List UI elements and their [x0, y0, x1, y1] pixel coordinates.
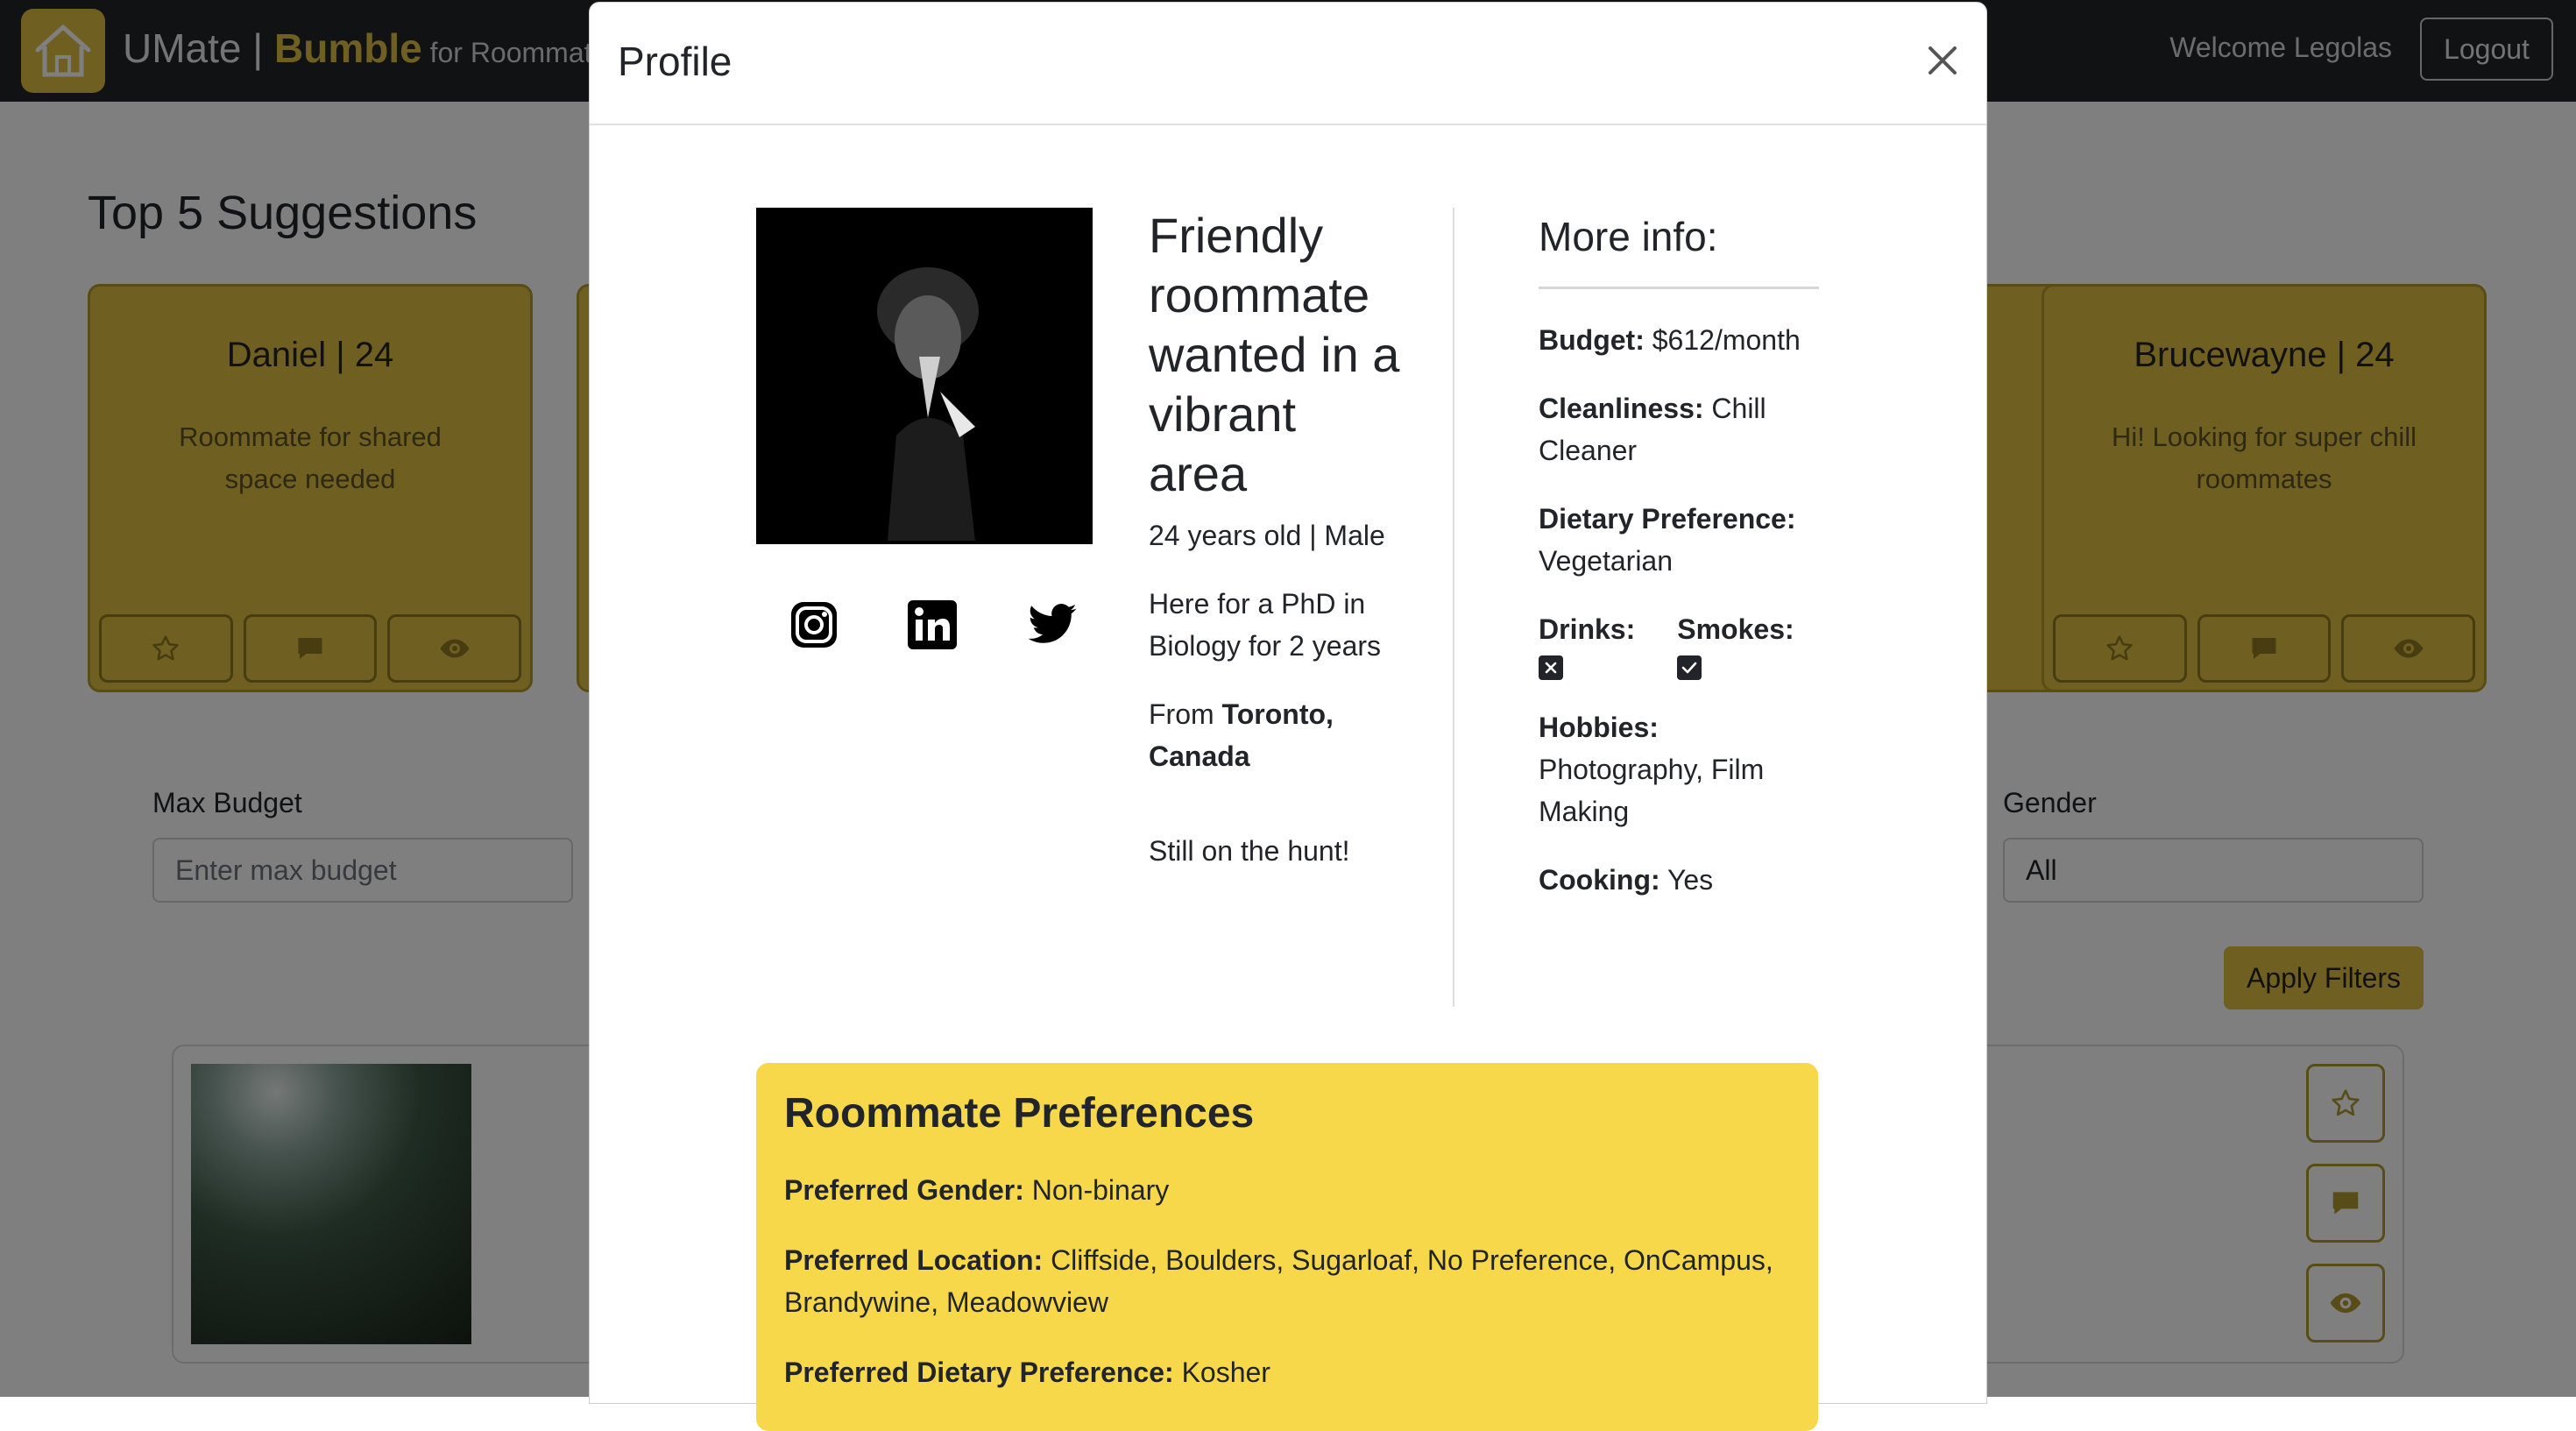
preferred-dietary-value: Kosher	[1173, 1357, 1270, 1388]
preferred-location: Preferred Location: Cliffside, Boulders,…	[784, 1239, 1790, 1323]
dietary-value: Vegetarian	[1539, 545, 1674, 577]
more-info-title: More info:	[1539, 214, 1718, 259]
linkedin-icon[interactable]	[906, 599, 959, 651]
cooking-label: Cooking:	[1539, 864, 1660, 896]
budget-value: $612/month	[1644, 324, 1801, 356]
preferred-gender: Preferred Gender: Non-binary	[784, 1169, 1790, 1211]
from-prefix: From	[1149, 698, 1222, 730]
smokes-check-icon	[1677, 655, 1702, 680]
close-icon	[1928, 46, 1957, 74]
status-text: Still on the hunt!	[1149, 835, 1350, 867]
dietary-info: Dietary Preference: Vegetarian	[1539, 498, 1819, 582]
hobbies-label: Hobbies:	[1539, 712, 1659, 743]
modal-header: Profile	[590, 3, 1986, 125]
cleanliness-info: Cleanliness: Chill Cleaner	[1539, 387, 1819, 471]
cooking-value: Yes	[1660, 864, 1714, 896]
column-divider	[1453, 208, 1454, 1007]
profile-modal: Profile Friendly roommate wanted in a vi…	[589, 2, 1987, 1431]
smokes-label: Smokes:	[1677, 613, 1794, 645]
drinks-label: Drinks:	[1539, 613, 1636, 645]
purpose-text: Here for a PhD in Biology for 2 years	[1149, 588, 1382, 662]
preferences-title: Roommate Preferences	[784, 1090, 1255, 1137]
modal-title: Profile	[618, 39, 732, 84]
close-button[interactable]	[1921, 39, 1964, 81]
budget-info: Budget: $612/month	[1539, 319, 1819, 361]
twitter-icon[interactable]	[1024, 599, 1077, 651]
preferred-gender-value: Non-binary	[1023, 1174, 1170, 1206]
cooking-info: Cooking: Yes	[1539, 859, 1819, 901]
instagram-icon[interactable]	[788, 599, 840, 651]
budget-label: Budget:	[1539, 324, 1645, 356]
dietary-label: Dietary Preference:	[1539, 503, 1796, 535]
roommate-preferences: Roommate Preferences Preferred Gender: N…	[756, 1063, 1818, 1431]
drinks-x-icon	[1539, 655, 1563, 680]
preferred-gender-label: Preferred Gender:	[784, 1174, 1024, 1206]
location-text: From Toronto, Canada	[1149, 693, 1403, 777]
hobbies-value: Photography, Film Making	[1539, 754, 1765, 827]
preferred-dietary-label: Preferred Dietary Preference:	[784, 1357, 1174, 1388]
age-gender-text: 24 years old | Male	[1149, 520, 1385, 551]
preferred-location-label: Preferred Location:	[784, 1244, 1044, 1276]
profile-photo	[756, 208, 1093, 544]
cleanliness-label: Cleanliness:	[1539, 393, 1704, 424]
preferred-dietary: Preferred Dietary Preference: Kosher	[784, 1351, 1790, 1393]
divider	[1539, 287, 1819, 289]
hobbies-info: Hobbies: Photography, Film Making	[1539, 706, 1819, 832]
profile-headline: Friendly roommate wanted in a vibrant ar…	[1149, 208, 1400, 501]
